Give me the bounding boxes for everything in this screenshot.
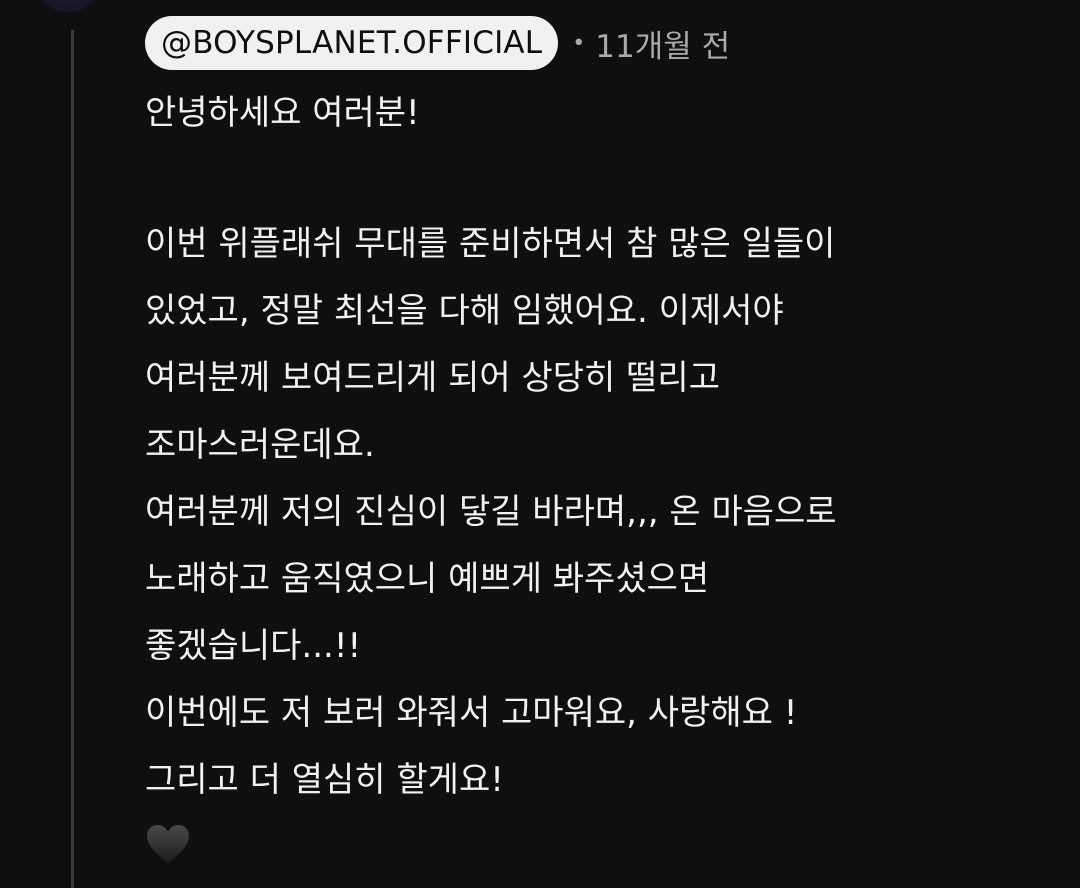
comment-line: 안녕하세요 여러분! [145,93,420,133]
channel-handle-pill[interactable]: @BOYSPLANET.OFFICIAL [145,16,559,70]
comment-reply-view: @BOYSPLANET.OFFICIAL • 11개월 전 안녕하세요 여러분!… [0,0,1080,888]
avatar[interactable] [32,0,104,12]
comment-line: 여러분께 보여드리게 되어 상당히 떨리고 [145,358,720,398]
comment-text: 안녕하세요 여러분! 이번 위플래쉬 무대를 준비하면서 참 많은 일들이 있었… [145,80,1045,877]
comment-line: 조마스러운데요. [145,425,375,465]
comment-line: 그리고 더 열심히 할게요! [145,760,504,800]
comment-line: 있었고, 정말 최선을 다해 임했어요. 이제서야 [145,291,784,331]
comment-line: 좋겠습니다...!! [145,626,362,666]
comment-line: 이번에도 저 보러 와줘서 고마워요, 사랑해요 ! [145,693,798,733]
comment-line: 여러분께 저의 진심이 닿길 바라며,,, 온 마음으로 [145,492,837,532]
separator-dot: • [572,30,586,56]
black-heart-icon [147,825,189,863]
comment-line: 이번 위플래쉬 무대를 준비하면서 참 많은 일들이 [145,224,836,264]
comment-header: @BOYSPLANET.OFFICIAL • 11개월 전 [145,16,730,70]
comment-timestamp[interactable]: 11개월 전 [595,21,730,66]
thread-line [71,30,74,888]
comment-line: 노래하고 움직였으니 예쁘게 봐주셨으면 [145,559,710,599]
